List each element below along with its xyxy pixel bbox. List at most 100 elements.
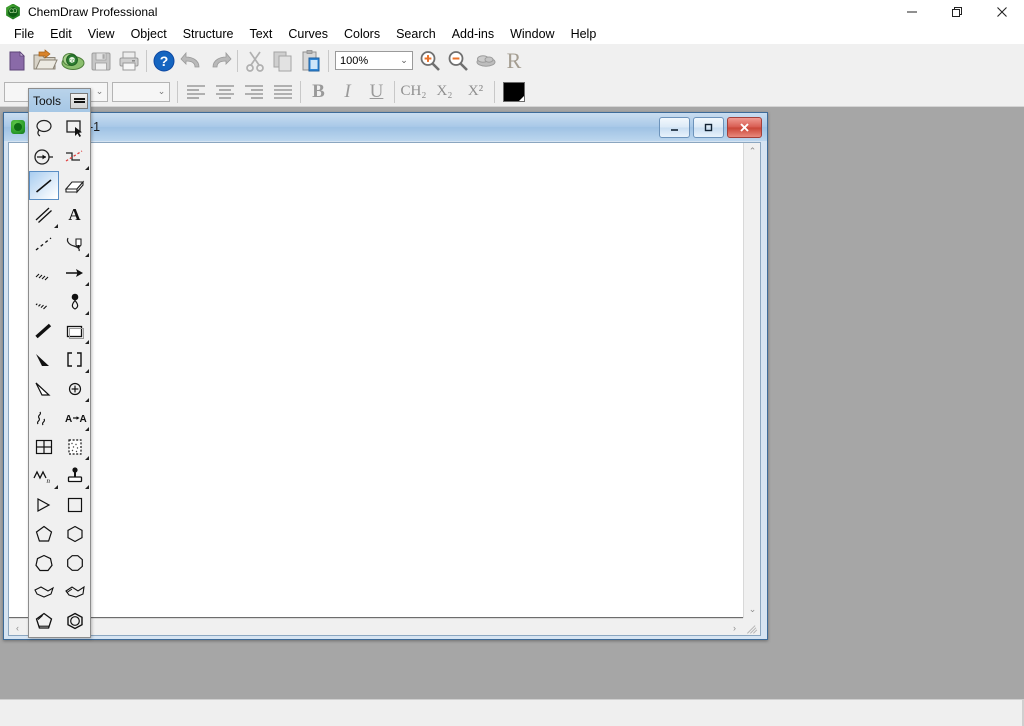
lasso-select-tool[interactable]: [29, 113, 59, 142]
cyclopentadiene-ring-tool[interactable]: [29, 577, 59, 606]
text-tool[interactable]: A: [60, 200, 90, 229]
hashed-bond-tool[interactable]: [29, 258, 59, 287]
dashed-chain-tool[interactable]: [60, 142, 90, 171]
scroll-up-icon[interactable]: ⌃: [744, 143, 761, 160]
subscript-button[interactable]: X₂: [429, 79, 460, 105]
align-center-button[interactable]: [210, 80, 239, 104]
align-justify-button[interactable]: [268, 80, 297, 104]
minimize-window-button[interactable]: [889, 0, 934, 23]
zoom-in-icon[interactable]: [416, 47, 444, 75]
drawing-canvas[interactable]: [9, 143, 744, 618]
horizontal-scrollbar[interactable]: ‹ ›: [9, 618, 743, 635]
menu-curves[interactable]: Curves: [280, 25, 336, 43]
cycloheptane-ring-tool[interactable]: [29, 548, 59, 577]
menu-window[interactable]: Window: [502, 25, 562, 43]
resize-grip[interactable]: [743, 618, 760, 635]
cyclopentane-ring-tool[interactable]: [29, 519, 59, 548]
document-window: Document-1: [3, 112, 768, 640]
align-left-button[interactable]: [181, 80, 210, 104]
wavy-bond-tool[interactable]: [29, 403, 59, 432]
tlc-plate-tool[interactable]: [60, 461, 90, 490]
tools-palette-header[interactable]: Tools: [29, 89, 90, 112]
multiple-bond-tool[interactable]: [29, 200, 59, 229]
solid-wedge-tool[interactable]: [29, 345, 59, 374]
open-file-icon[interactable]: [31, 47, 59, 75]
cyclopropane-ring-tool[interactable]: [29, 490, 59, 519]
frame-tool[interactable]: [60, 316, 90, 345]
formula-button[interactable]: CH₂: [398, 79, 429, 105]
cyclobutane-ring-tool[interactable]: [60, 490, 90, 519]
menu-object[interactable]: Object: [123, 25, 175, 43]
document-minimize-button[interactable]: [659, 117, 690, 138]
copy-icon[interactable]: [269, 47, 297, 75]
bold-bond-tool[interactable]: [29, 316, 59, 345]
benzene-ring-tool[interactable]: [60, 606, 90, 635]
save-icon[interactable]: [87, 47, 115, 75]
chemdraw-document-icon[interactable]: [10, 119, 26, 135]
solid-bond-tool[interactable]: [29, 171, 59, 200]
paste-icon[interactable]: [297, 47, 325, 75]
table-tool[interactable]: [29, 432, 59, 461]
new-document-icon[interactable]: [3, 47, 31, 75]
close-window-button[interactable]: [979, 0, 1024, 23]
menu-addins[interactable]: Add-ins: [444, 25, 502, 43]
structure-perspective-tool[interactable]: [29, 142, 59, 171]
menu-structure[interactable]: Structure: [175, 25, 242, 43]
marquee-select-tool[interactable]: [60, 113, 90, 142]
scroll-right-icon[interactable]: ›: [726, 619, 743, 636]
cleanup-structure-icon[interactable]: [472, 47, 500, 75]
help-icon[interactable]: ?: [150, 47, 178, 75]
cyclohexadiene-ring-tool[interactable]: [60, 577, 90, 606]
underline-button[interactable]: U: [362, 79, 391, 105]
svg-text:A: A: [65, 414, 72, 425]
dashed-bond-tool[interactable]: [29, 229, 59, 258]
document-titlebar[interactable]: Document-1: [4, 113, 767, 141]
charge-tool[interactable]: [60, 374, 90, 403]
menu-view[interactable]: View: [80, 25, 123, 43]
text-color-swatch[interactable]: [503, 82, 525, 102]
vertical-scrollbar[interactable]: ⌃ ⌄: [743, 143, 760, 618]
scroll-down-icon[interactable]: ⌄: [744, 601, 761, 618]
document-restore-button[interactable]: [693, 117, 724, 138]
document-close-button[interactable]: [727, 117, 762, 138]
pen-tool[interactable]: [60, 229, 90, 258]
scroll-left-icon[interactable]: ‹: [9, 619, 26, 636]
zoom-out-icon[interactable]: [444, 47, 472, 75]
atom-map-tool[interactable]: A A: [60, 403, 90, 432]
chemdraw-cloud-icon[interactable]: CD: [59, 47, 87, 75]
menu-colors[interactable]: Colors: [336, 25, 388, 43]
align-right-button[interactable]: [239, 80, 268, 104]
cut-icon[interactable]: [241, 47, 269, 75]
font-size-combobox[interactable]: ⌄: [112, 82, 170, 102]
italic-button[interactable]: I: [333, 79, 362, 105]
chevron-down-icon[interactable]: ⌄: [154, 86, 169, 97]
menu-help[interactable]: Help: [563, 25, 605, 43]
r-group-icon[interactable]: R: [500, 47, 528, 75]
gel-plate-tool[interactable]: [60, 432, 90, 461]
menu-edit[interactable]: Edit: [42, 25, 80, 43]
application-titlebar: CD ChemDraw Professional: [0, 0, 1024, 23]
hollow-wedge-tool[interactable]: [29, 374, 59, 403]
chain-tool[interactable]: n: [29, 461, 59, 490]
menu-text[interactable]: Text: [241, 25, 280, 43]
eraser-tool[interactable]: [60, 171, 90, 200]
arrow-tool[interactable]: [60, 258, 90, 287]
orbital-tool[interactable]: [60, 287, 90, 316]
undo-icon[interactable]: [178, 47, 206, 75]
menu-search[interactable]: Search: [388, 25, 444, 43]
cyclohexane-ring-tool[interactable]: [60, 519, 90, 548]
cyclooctane-ring-tool[interactable]: [60, 548, 90, 577]
superscript-button[interactable]: X²: [460, 79, 491, 105]
restore-window-button[interactable]: [934, 0, 979, 23]
chevron-down-icon[interactable]: ⌄: [92, 86, 107, 97]
redo-icon[interactable]: [206, 47, 234, 75]
menu-file[interactable]: File: [6, 25, 42, 43]
tools-collapse-button[interactable]: [70, 93, 88, 109]
zoom-level-combobox[interactable]: 100% ⌄: [335, 51, 413, 70]
cyclopentadienyl-ring-tool[interactable]: [29, 606, 59, 635]
print-icon[interactable]: [115, 47, 143, 75]
bracket-tool[interactable]: [60, 345, 90, 374]
hashed-wedge-tool[interactable]: [29, 287, 59, 316]
bold-button[interactable]: B: [304, 79, 333, 105]
chevron-down-icon[interactable]: ⌄: [396, 55, 412, 66]
